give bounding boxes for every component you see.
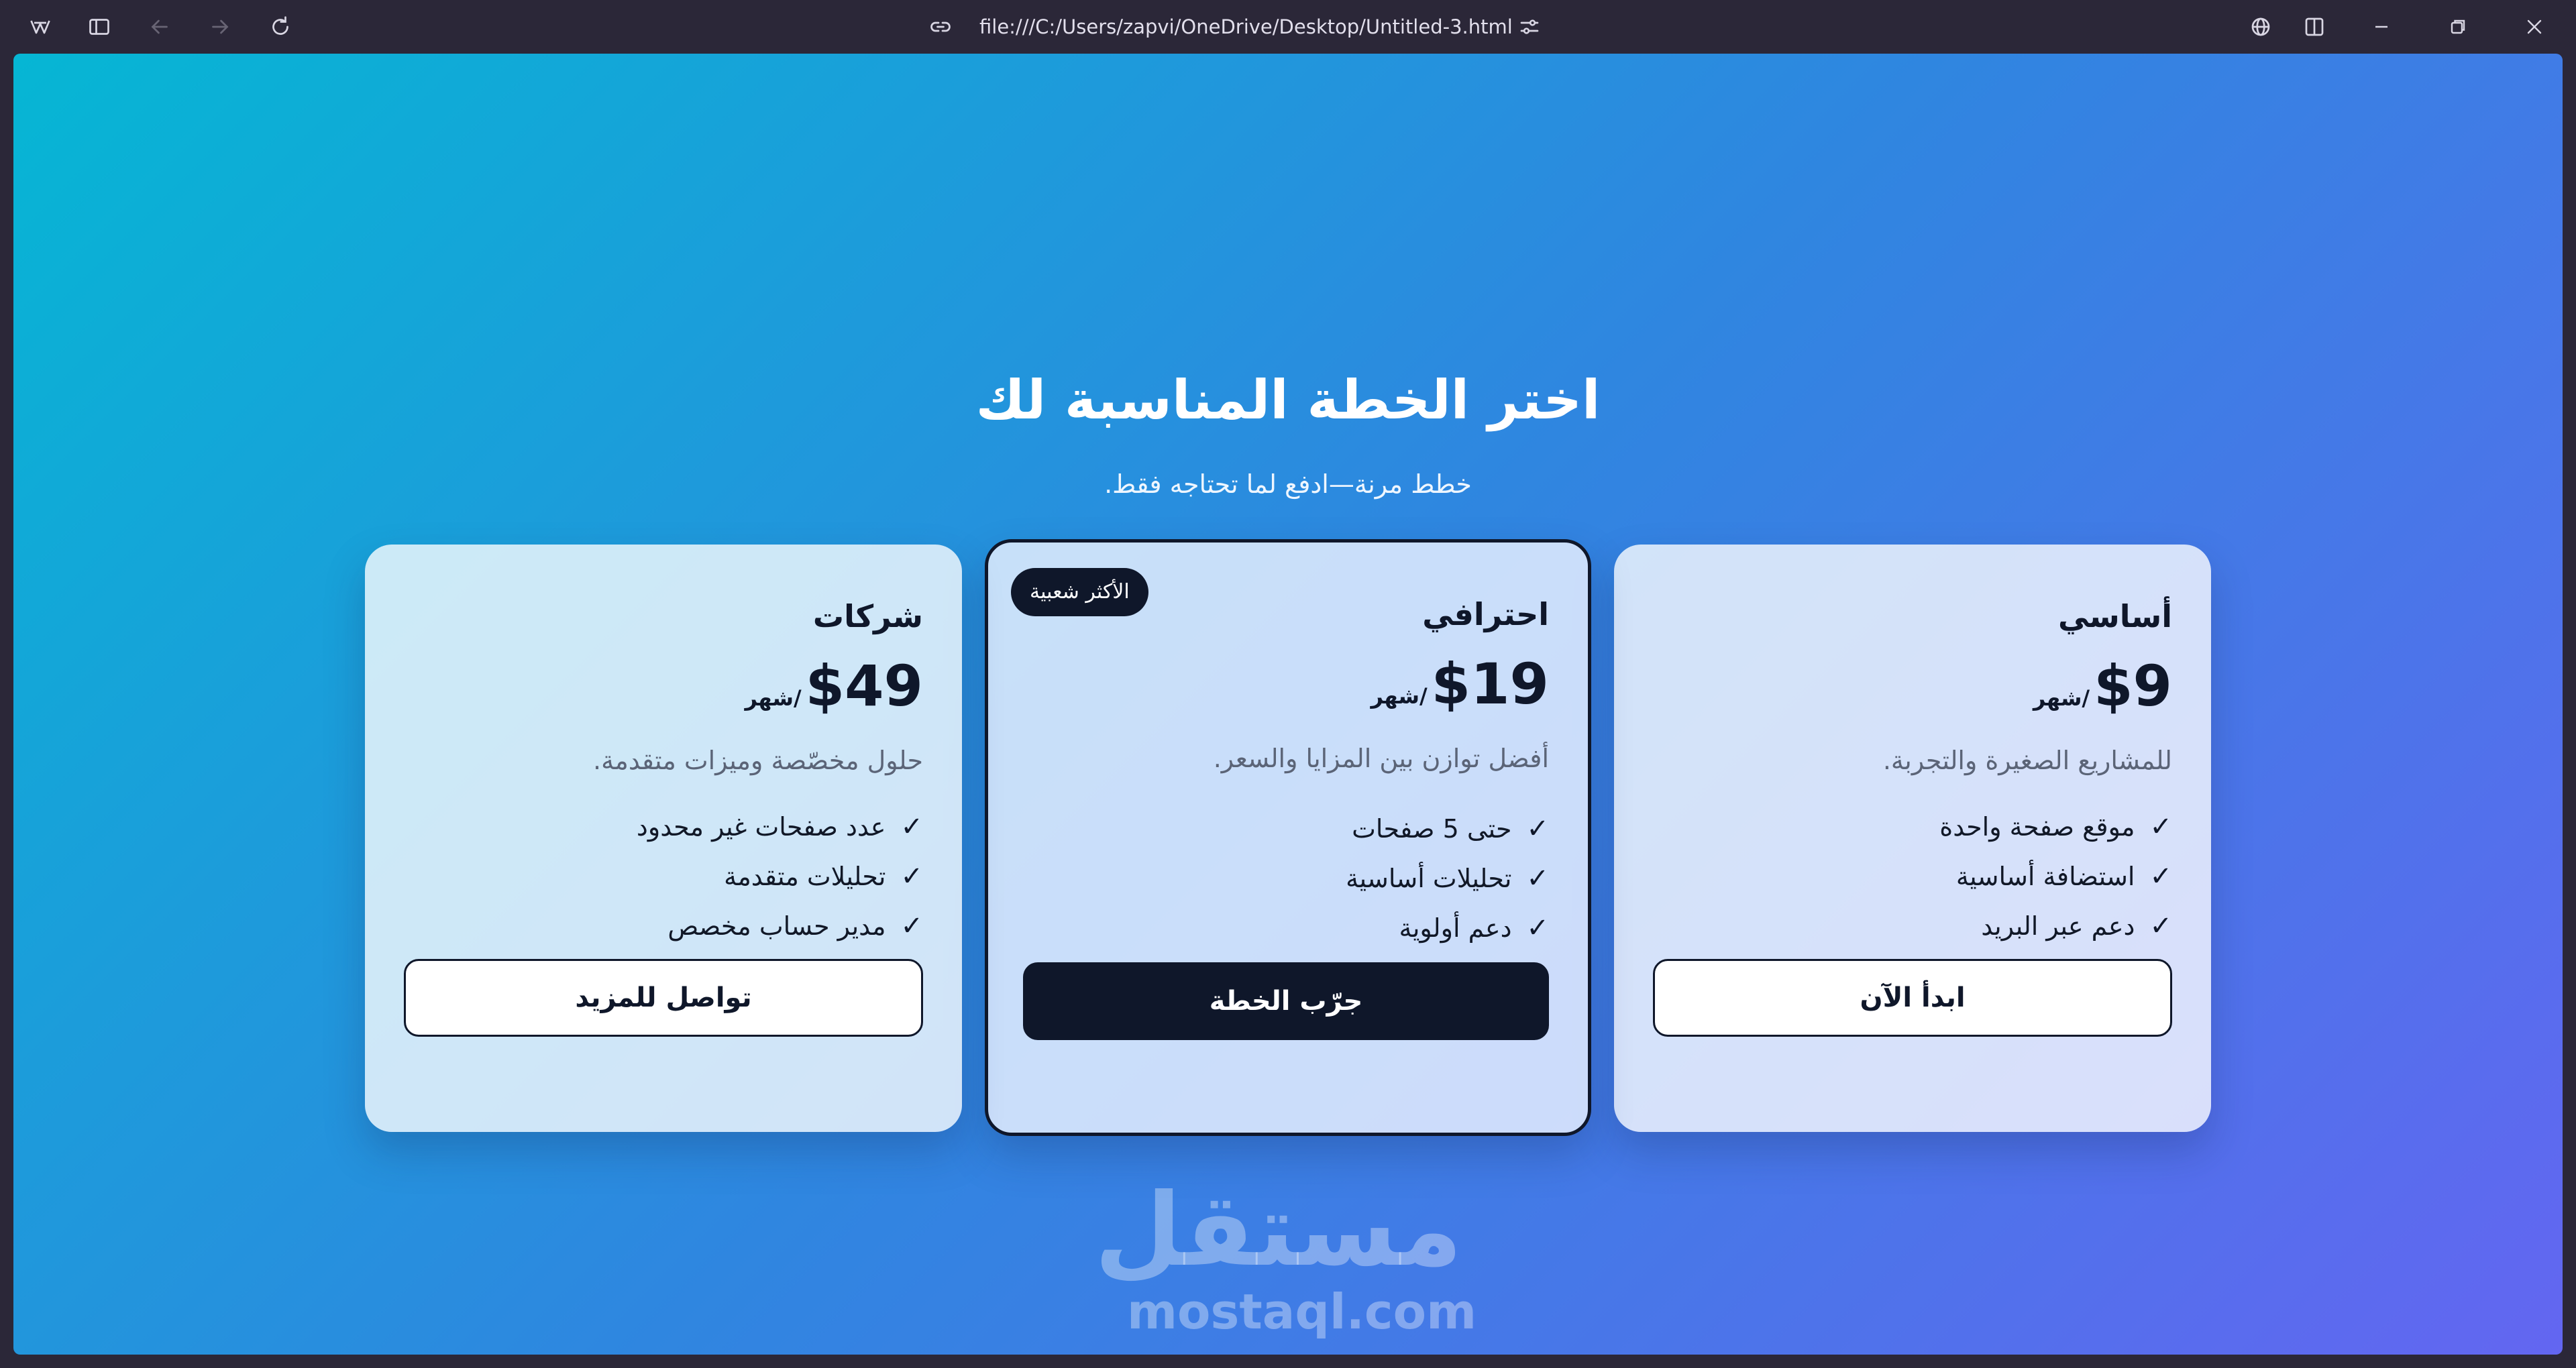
price-row: $9 /شهر [2033, 653, 2172, 719]
check-icon: ✓ [900, 911, 923, 942]
feature-item: ✓ دعم أولوية [1346, 903, 1549, 953]
plan-name: أساسي [2057, 598, 2172, 634]
browser-logo-icon[interactable] [25, 12, 55, 42]
contact-more-button[interactable]: تواصل للمزيد [404, 959, 923, 1037]
check-icon: ✓ [1526, 813, 1549, 844]
page-settings-icon[interactable] [1515, 12, 1544, 42]
plan-price: $9 [2094, 653, 2172, 719]
plan-description: أفضل توازن بين المزايا والسعر. [1213, 744, 1549, 773]
check-icon: ✓ [2149, 811, 2172, 842]
page-title: اختر الخطة المناسبة لك [975, 369, 1601, 431]
page-subtitle: خطط مرنة—ادفع لما تحتاجه فقط. [1104, 469, 1472, 499]
plan-card-pro: الأكثر شعبية احترافي $19 /شهر أفضل توازن… [985, 539, 1591, 1136]
feature-item: ✓ دعم عبر البريد [1939, 901, 2172, 951]
globe-icon[interactable] [2246, 12, 2275, 42]
check-icon: ✓ [900, 861, 923, 892]
feature-list: ✓ حتى 5 صفحات ✓ تحليلات أساسية ✓ دعم أولوية [1346, 804, 1549, 953]
feature-item: ✓ عدد صفحات غير محدود [637, 802, 923, 852]
browser-titlebar: file:///C:/Users/zapvi/OneDrive/Desktop/… [0, 0, 2576, 54]
forward-arrow-icon[interactable] [205, 12, 235, 42]
plan-price: $49 [805, 653, 923, 719]
plan-card-basic: أساسي $9 /شهر للمشاريع الصغيرة والتجربة.… [1614, 545, 2211, 1132]
plan-description: للمشاريع الصغيرة والتجربة. [1882, 746, 2172, 775]
plan-price: $19 [1431, 651, 1549, 717]
split-view-icon[interactable] [2300, 12, 2329, 42]
plan-period: /شهر [1371, 683, 1428, 709]
link-icon [926, 12, 955, 42]
restore-icon[interactable] [2443, 12, 2473, 42]
check-icon: ✓ [1526, 863, 1549, 894]
reload-icon[interactable] [266, 12, 295, 42]
check-icon: ✓ [1526, 913, 1549, 944]
price-row: $19 /شهر [1371, 651, 1549, 717]
feature-list: ✓ عدد صفحات غير محدود ✓ تحليلات متقدمة ✓ مد… [637, 802, 923, 951]
sidebar-toggle-icon[interactable] [85, 12, 114, 42]
feature-item: ✓ تحليلات متقدمة [637, 852, 923, 901]
plan-period: /شهر [2033, 685, 2090, 711]
start-now-button[interactable]: ابدأ الآن [1653, 959, 2172, 1037]
close-icon[interactable] [2520, 12, 2549, 42]
feature-item: ✓ حتى 5 صفحات [1346, 804, 1549, 854]
page-viewport: اختر الخطة المناسبة لك خطط مرنة—ادفع لما… [13, 54, 2563, 1355]
plan-description: حلول مخصّصة وميزات متقدمة. [593, 746, 923, 775]
feature-item: ✓ موقع صفحة واحدة [1939, 802, 2172, 852]
url-text[interactable]: file:///C:/Users/zapvi/OneDrive/Desktop/… [979, 9, 1513, 44]
watermark-logo: مستقل [1094, 1172, 1462, 1289]
plan-name: احترافي [1422, 596, 1549, 632]
plan-period: /شهر [745, 685, 802, 711]
feature-list: ✓ موقع صفحة واحدة ✓ استضافة أساسية ✓ دعم عب… [1939, 802, 2172, 951]
price-row: $49 /شهر [745, 653, 923, 719]
popular-badge: الأكثر شعبية [1011, 568, 1148, 616]
back-arrow-icon[interactable] [145, 12, 174, 42]
minimize-icon[interactable] [2367, 12, 2396, 42]
feature-item: ✓ استضافة أساسية [1939, 852, 2172, 901]
feature-item: ✓ تحليلات أساسية [1346, 854, 1549, 903]
plan-name: شركات [812, 598, 923, 634]
address-bar[interactable]: file:///C:/Users/zapvi/OneDrive/Desktop/… [919, 9, 1550, 44]
feature-item: ✓ مدير حساب مخصص [637, 901, 923, 951]
check-icon: ✓ [2149, 861, 2172, 892]
check-icon: ✓ [900, 811, 923, 842]
watermark-url: mostaql.com [1127, 1284, 1477, 1340]
check-icon: ✓ [2149, 911, 2172, 942]
plan-card-business: شركات $49 /شهر حلول مخصّصة وميزات متقدمة… [365, 545, 962, 1132]
try-plan-button[interactable]: جرّب الخطة [1023, 962, 1549, 1040]
